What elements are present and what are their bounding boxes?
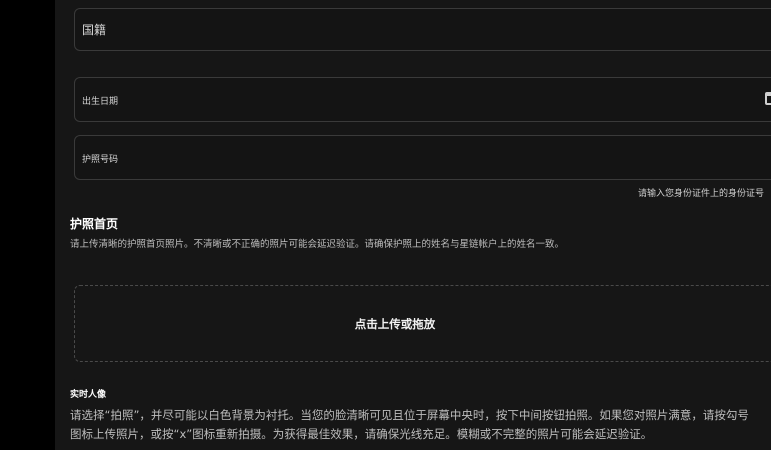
upload-label: 点击上传或拖放 — [354, 317, 436, 331]
date-of-birth-label: 出生日期 — [82, 97, 119, 107]
passport-front-title: 护照首页 — [70, 217, 119, 231]
passport-front-description: 请上传清晰的护照首页照片。不清晰或不正确的照片可能会延迟验证。请确保护照上的姓名… — [70, 239, 565, 250]
date-of-birth-field[interactable]: 出生日期 — [74, 77, 771, 122]
passport-upload-dropzone[interactable]: 点击上传或拖放 — [74, 285, 771, 362]
calendar-icon[interactable] — [765, 92, 771, 105]
nationality-field[interactable]: 国籍 — [74, 8, 771, 51]
live-portrait-description: 请选择“拍照”，并尽可能以白色背景为衬托。当您的脸清晰可见且位于屏幕中央时，按下… — [70, 408, 749, 441]
passport-number-helper: 请输入您身份证件上的身份证号 — [638, 189, 765, 199]
live-portrait-title: 实时人像 — [70, 390, 107, 400]
verification-form: 国籍 出生日期 护照号码 请输入您身份证件上的身份证号 护照首页 请上传清晰的护… — [55, 0, 771, 450]
passport-number-label: 护照号码 — [82, 155, 119, 165]
passport-number-field[interactable]: 护照号码 — [74, 135, 771, 180]
nationality-label: 国籍 — [82, 23, 107, 37]
left-margin — [0, 0, 55, 450]
